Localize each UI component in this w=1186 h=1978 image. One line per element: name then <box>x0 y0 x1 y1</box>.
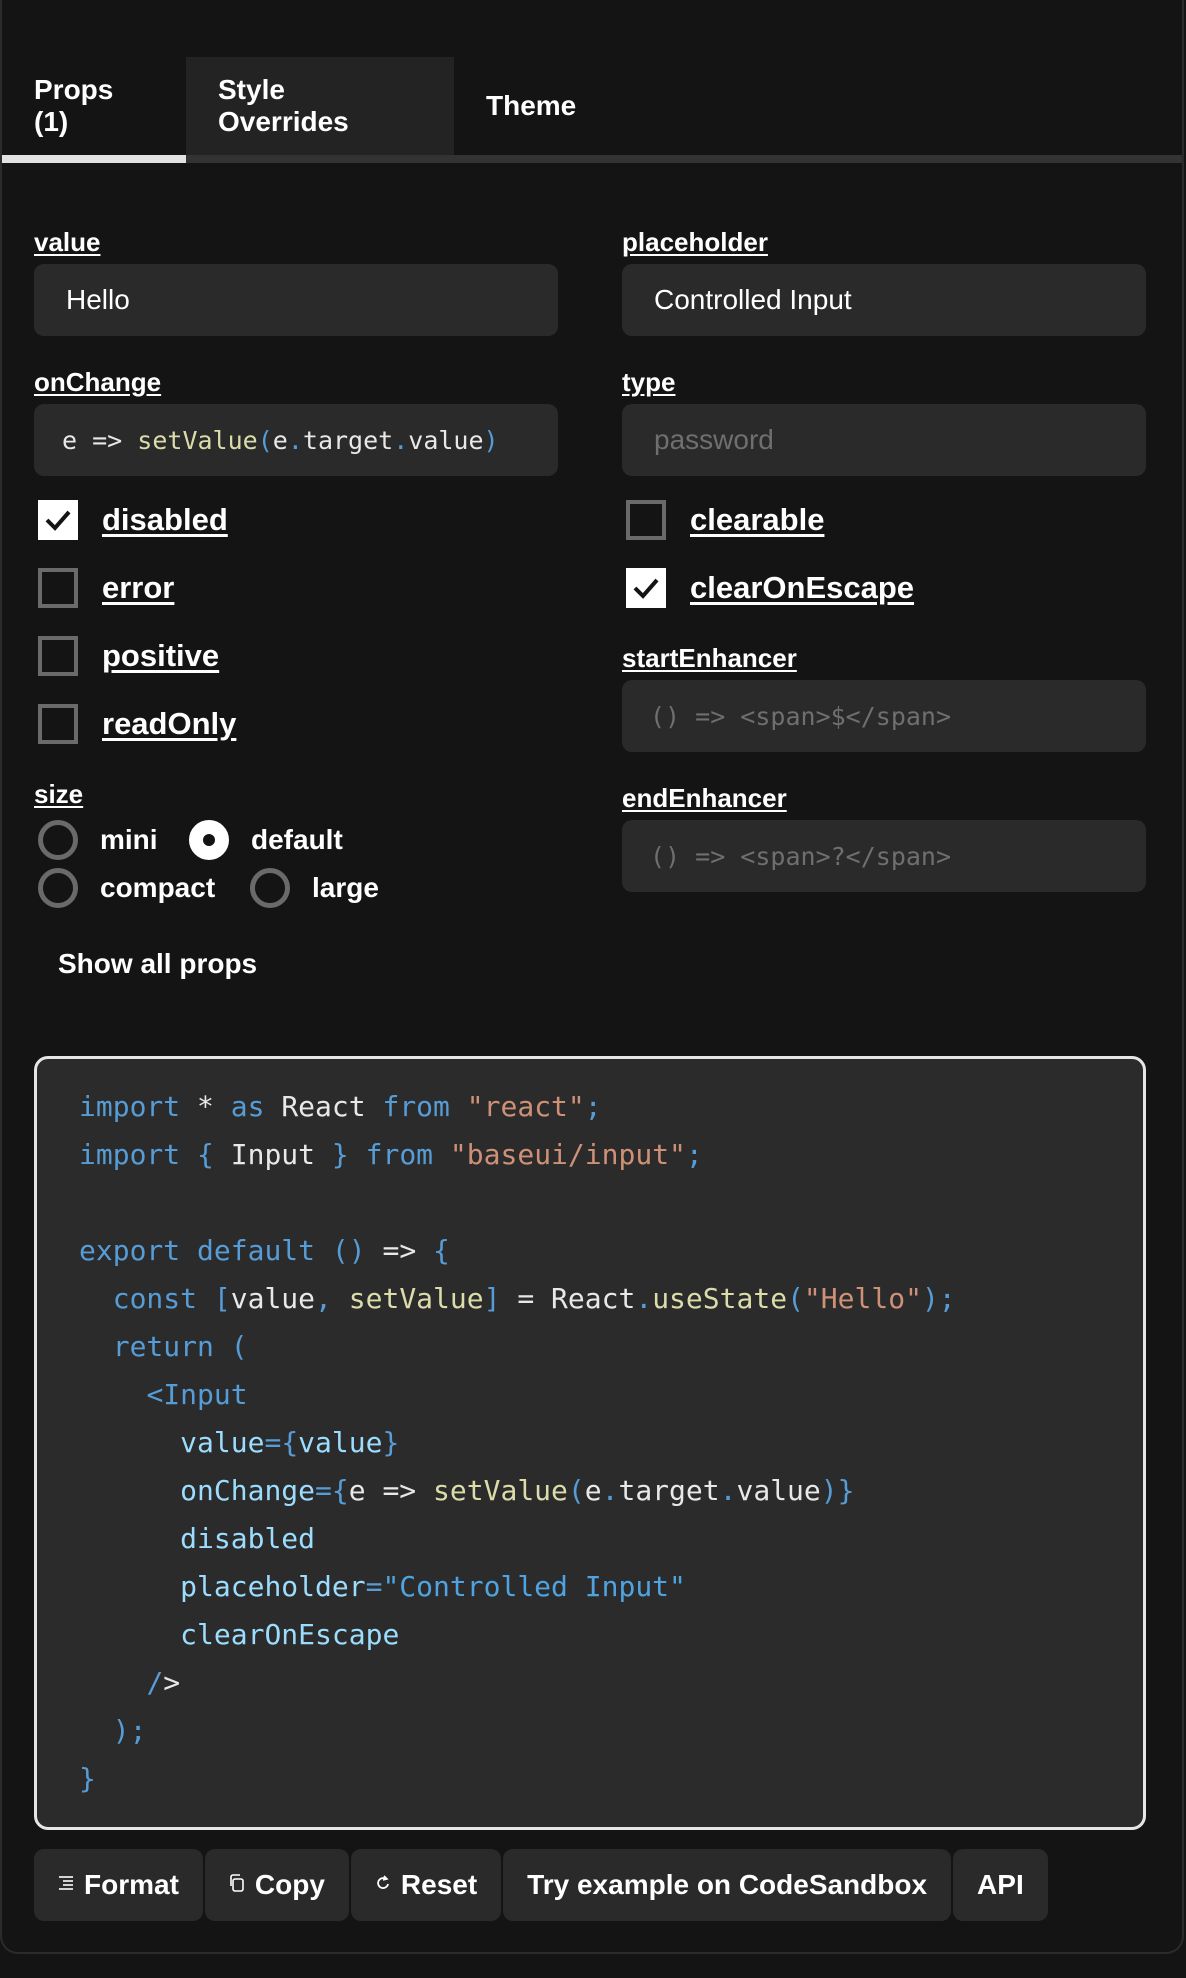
code-line: import * as React from "react"; <box>79 1090 602 1123</box>
checkbox-label[interactable]: clearable <box>690 502 824 538</box>
checkbox-clearable[interactable]: clearable <box>626 498 824 542</box>
code-editor[interactable]: import * as React from "react"; import { … <box>34 1056 1146 1830</box>
reset-label: Reset <box>400 1869 478 1900</box>
tab-theme[interactable]: Theme <box>454 57 608 155</box>
checkmark-icon <box>633 578 659 599</box>
code-line: } <box>79 1762 96 1795</box>
checkbox-label[interactable]: readOnly <box>102 706 236 742</box>
start-enhancer-placeholder: () => <span>$</span> <box>650 701 952 731</box>
copy-label: Copy <box>254 1869 325 1900</box>
code-line: clearOnEscape <box>180 1618 400 1651</box>
show-all-props-button[interactable]: Show all props <box>58 948 257 980</box>
onchange-input[interactable]: e => setValue(e.target.value) <box>34 404 558 476</box>
checkbox-label[interactable]: positive <box>102 638 219 674</box>
code-line: return ( <box>112 1330 248 1363</box>
checkbox-box[interactable] <box>38 636 78 676</box>
value-input[interactable]: Hello <box>34 264 558 336</box>
radio-mini[interactable]: mini <box>38 818 158 862</box>
radio-compact[interactable]: compact <box>38 866 215 910</box>
end-enhancer-label[interactable]: endEnhancer <box>622 783 787 814</box>
code-line: export default () => { <box>79 1234 450 1267</box>
start-enhancer-input[interactable]: () => <span>$</span> <box>622 680 1146 752</box>
checkbox-error[interactable]: error <box>38 566 174 610</box>
copy-button[interactable]: Copy <box>204 1849 349 1921</box>
codesandbox-label: Try example on CodeSandbox <box>527 1869 928 1900</box>
radio-circle[interactable] <box>250 868 290 908</box>
code-line: onChange={e => setValue(e.target.value)} <box>180 1474 855 1507</box>
checkbox-box[interactable] <box>626 500 666 540</box>
format-label: Format <box>84 1869 179 1900</box>
value-input-text: Hello <box>66 284 130 315</box>
radio-circle[interactable] <box>38 820 78 860</box>
radio-label[interactable]: compact <box>100 872 215 904</box>
checkbox-readonly[interactable]: readOnly <box>38 702 236 746</box>
code-line: /> <box>146 1666 181 1699</box>
code-line: placeholder="Controlled Input" <box>180 1570 686 1603</box>
value-label[interactable]: value <box>34 227 101 258</box>
code-line: import { Input } from "baseui/input"; <box>79 1138 703 1171</box>
format-icon <box>58 1874 76 1897</box>
reset-icon <box>375 1874 393 1897</box>
type-input-placeholder: password <box>654 424 774 455</box>
checkbox-label[interactable]: clearOnEscape <box>690 570 914 606</box>
reset-button[interactable]: Reset <box>350 1849 502 1921</box>
radio-circle[interactable] <box>189 820 229 860</box>
radio-large[interactable]: large <box>250 866 379 910</box>
checkbox-positive[interactable]: positive <box>38 634 219 678</box>
copy-icon <box>229 1873 247 1897</box>
radio-label[interactable]: large <box>312 872 379 904</box>
type-label[interactable]: type <box>622 367 675 398</box>
checkbox-clearonescape[interactable]: clearOnEscape <box>626 566 914 610</box>
onchange-label[interactable]: onChange <box>34 367 161 398</box>
start-enhancer-label[interactable]: startEnhancer <box>622 643 797 674</box>
code-line: value={value} <box>180 1426 400 1459</box>
code-line: disabled <box>180 1522 316 1555</box>
code-line: ); <box>112 1714 147 1747</box>
end-enhancer-placeholder: () => <span>?</span> <box>650 841 952 871</box>
type-input[interactable]: password <box>622 404 1146 476</box>
checkbox-disabled[interactable]: disabled <box>38 498 228 542</box>
onchange-input-text: e => setValue(e.target.value) <box>62 425 499 455</box>
placeholder-input[interactable]: Controlled Input <box>622 264 1146 336</box>
checkbox-label[interactable]: error <box>102 570 174 606</box>
tab-props[interactable]: Props (1) <box>2 57 186 163</box>
radio-default[interactable]: default <box>189 818 343 862</box>
radio-label[interactable]: mini <box>100 824 158 856</box>
code-line: <Input <box>146 1378 248 1411</box>
placeholder-input-text: Controlled Input <box>654 284 852 315</box>
size-label[interactable]: size <box>34 779 83 810</box>
checkbox-box[interactable] <box>38 704 78 744</box>
checkbox-box[interactable] <box>38 568 78 608</box>
format-button[interactable]: Format <box>34 1849 203 1921</box>
api-button[interactable]: API <box>953 1849 1048 1921</box>
placeholder-label[interactable]: placeholder <box>622 227 768 258</box>
checkbox-box[interactable] <box>38 500 78 540</box>
tab-bar: Props (1) Style Overrides Theme <box>2 57 1182 163</box>
end-enhancer-input[interactable]: () => <span>?</span> <box>622 820 1146 892</box>
checkbox-label[interactable]: disabled <box>102 502 228 538</box>
checkbox-box[interactable] <box>626 568 666 608</box>
checkmark-icon <box>45 510 71 531</box>
codesandbox-button[interactable]: Try example on CodeSandbox <box>503 1849 952 1921</box>
action-buttons: Format Copy Reset Try example on CodeSan… <box>34 1849 1048 1921</box>
code-line: const [value, setValue] = React.useState… <box>112 1282 956 1315</box>
api-label: API <box>977 1869 1024 1900</box>
radio-circle[interactable] <box>38 868 78 908</box>
radio-label[interactable]: default <box>251 824 343 856</box>
tab-style-overrides[interactable]: Style Overrides <box>186 57 454 155</box>
